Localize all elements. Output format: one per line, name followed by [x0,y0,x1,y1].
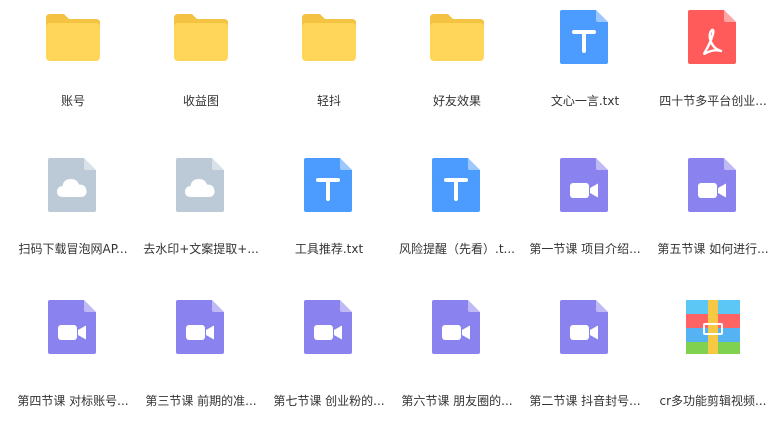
file-name: 第一节课 项目介绍... [529,242,641,256]
folder-icon [428,8,486,66]
file-name: 风险提醒（先看）.t... [399,242,515,256]
folder-icon [300,8,358,66]
file-item[interactable]: 收益图 [137,0,265,140]
file-item[interactable]: 好友效果 [393,0,521,140]
file-item[interactable]: 文心一言.txt [521,0,649,140]
folder-icon [172,8,230,66]
file-item[interactable]: 风险提醒（先看）.t... [393,140,521,282]
file-name: 第二节课 抖音封号... [529,394,641,408]
pdf-file-icon [684,8,742,66]
file-item[interactable]: 第五节课 如何进行... [649,140,776,282]
file-name: cr多功能剪辑视频... [659,394,767,408]
video-file-icon [428,298,486,356]
file-name: 第七节课 创业粉的... [273,394,385,408]
file-name: 第四节课 对标账号... [17,394,129,408]
txt-file-icon [428,156,486,214]
file-name: 轻抖 [316,94,341,108]
file-item[interactable]: 四十节多平台创业... [649,0,776,140]
file-name: 账号 [60,94,85,108]
file-item[interactable]: 扫码下载冒泡网AP... [9,140,137,282]
file-name: 工具推荐.txt [294,242,364,256]
txt-file-icon [300,156,358,214]
file-item[interactable]: 工具推荐.txt [265,140,393,282]
txt-file-icon [556,8,614,66]
file-name: 去水印+文案提取+... [143,242,259,256]
cloud-file-icon [44,156,102,214]
file-item[interactable]: 第七节课 创业粉的... [265,282,393,436]
file-name: 第三节课 前期的准... [145,394,257,408]
file-name: 好友效果 [432,94,481,108]
video-file-icon [556,298,614,356]
file-item[interactable]: 去水印+文案提取+... [137,140,265,282]
file-grid: 账号 收益图 轻抖 好友效果 文心一言.txt 四十节多平台创业... 扫码下载… [9,0,776,436]
file-name: 文心一言.txt [550,94,620,108]
file-item[interactable]: cr多功能剪辑视频... [649,282,776,436]
file-name: 扫码下载冒泡网AP... [18,242,128,256]
video-file-icon [44,298,102,356]
video-file-icon [172,298,230,356]
cloud-file-icon [172,156,230,214]
video-file-icon [556,156,614,214]
file-name: 第六节课 朋友圈的... [401,394,513,408]
folder-icon [44,8,102,66]
file-item[interactable]: 第二节课 抖音封号... [521,282,649,436]
file-name: 第五节课 如何进行... [657,242,769,256]
file-name: 收益图 [182,94,219,108]
archive-file-icon [684,298,742,356]
file-item[interactable]: 轻抖 [265,0,393,140]
file-item[interactable]: 账号 [9,0,137,140]
file-item[interactable]: 第六节课 朋友圈的... [393,282,521,436]
file-name: 四十节多平台创业... [659,94,767,108]
video-file-icon [300,298,358,356]
file-item[interactable]: 第四节课 对标账号... [9,282,137,436]
video-file-icon [684,156,742,214]
file-item[interactable]: 第三节课 前期的准... [137,282,265,436]
file-item[interactable]: 第一节课 项目介绍... [521,140,649,282]
